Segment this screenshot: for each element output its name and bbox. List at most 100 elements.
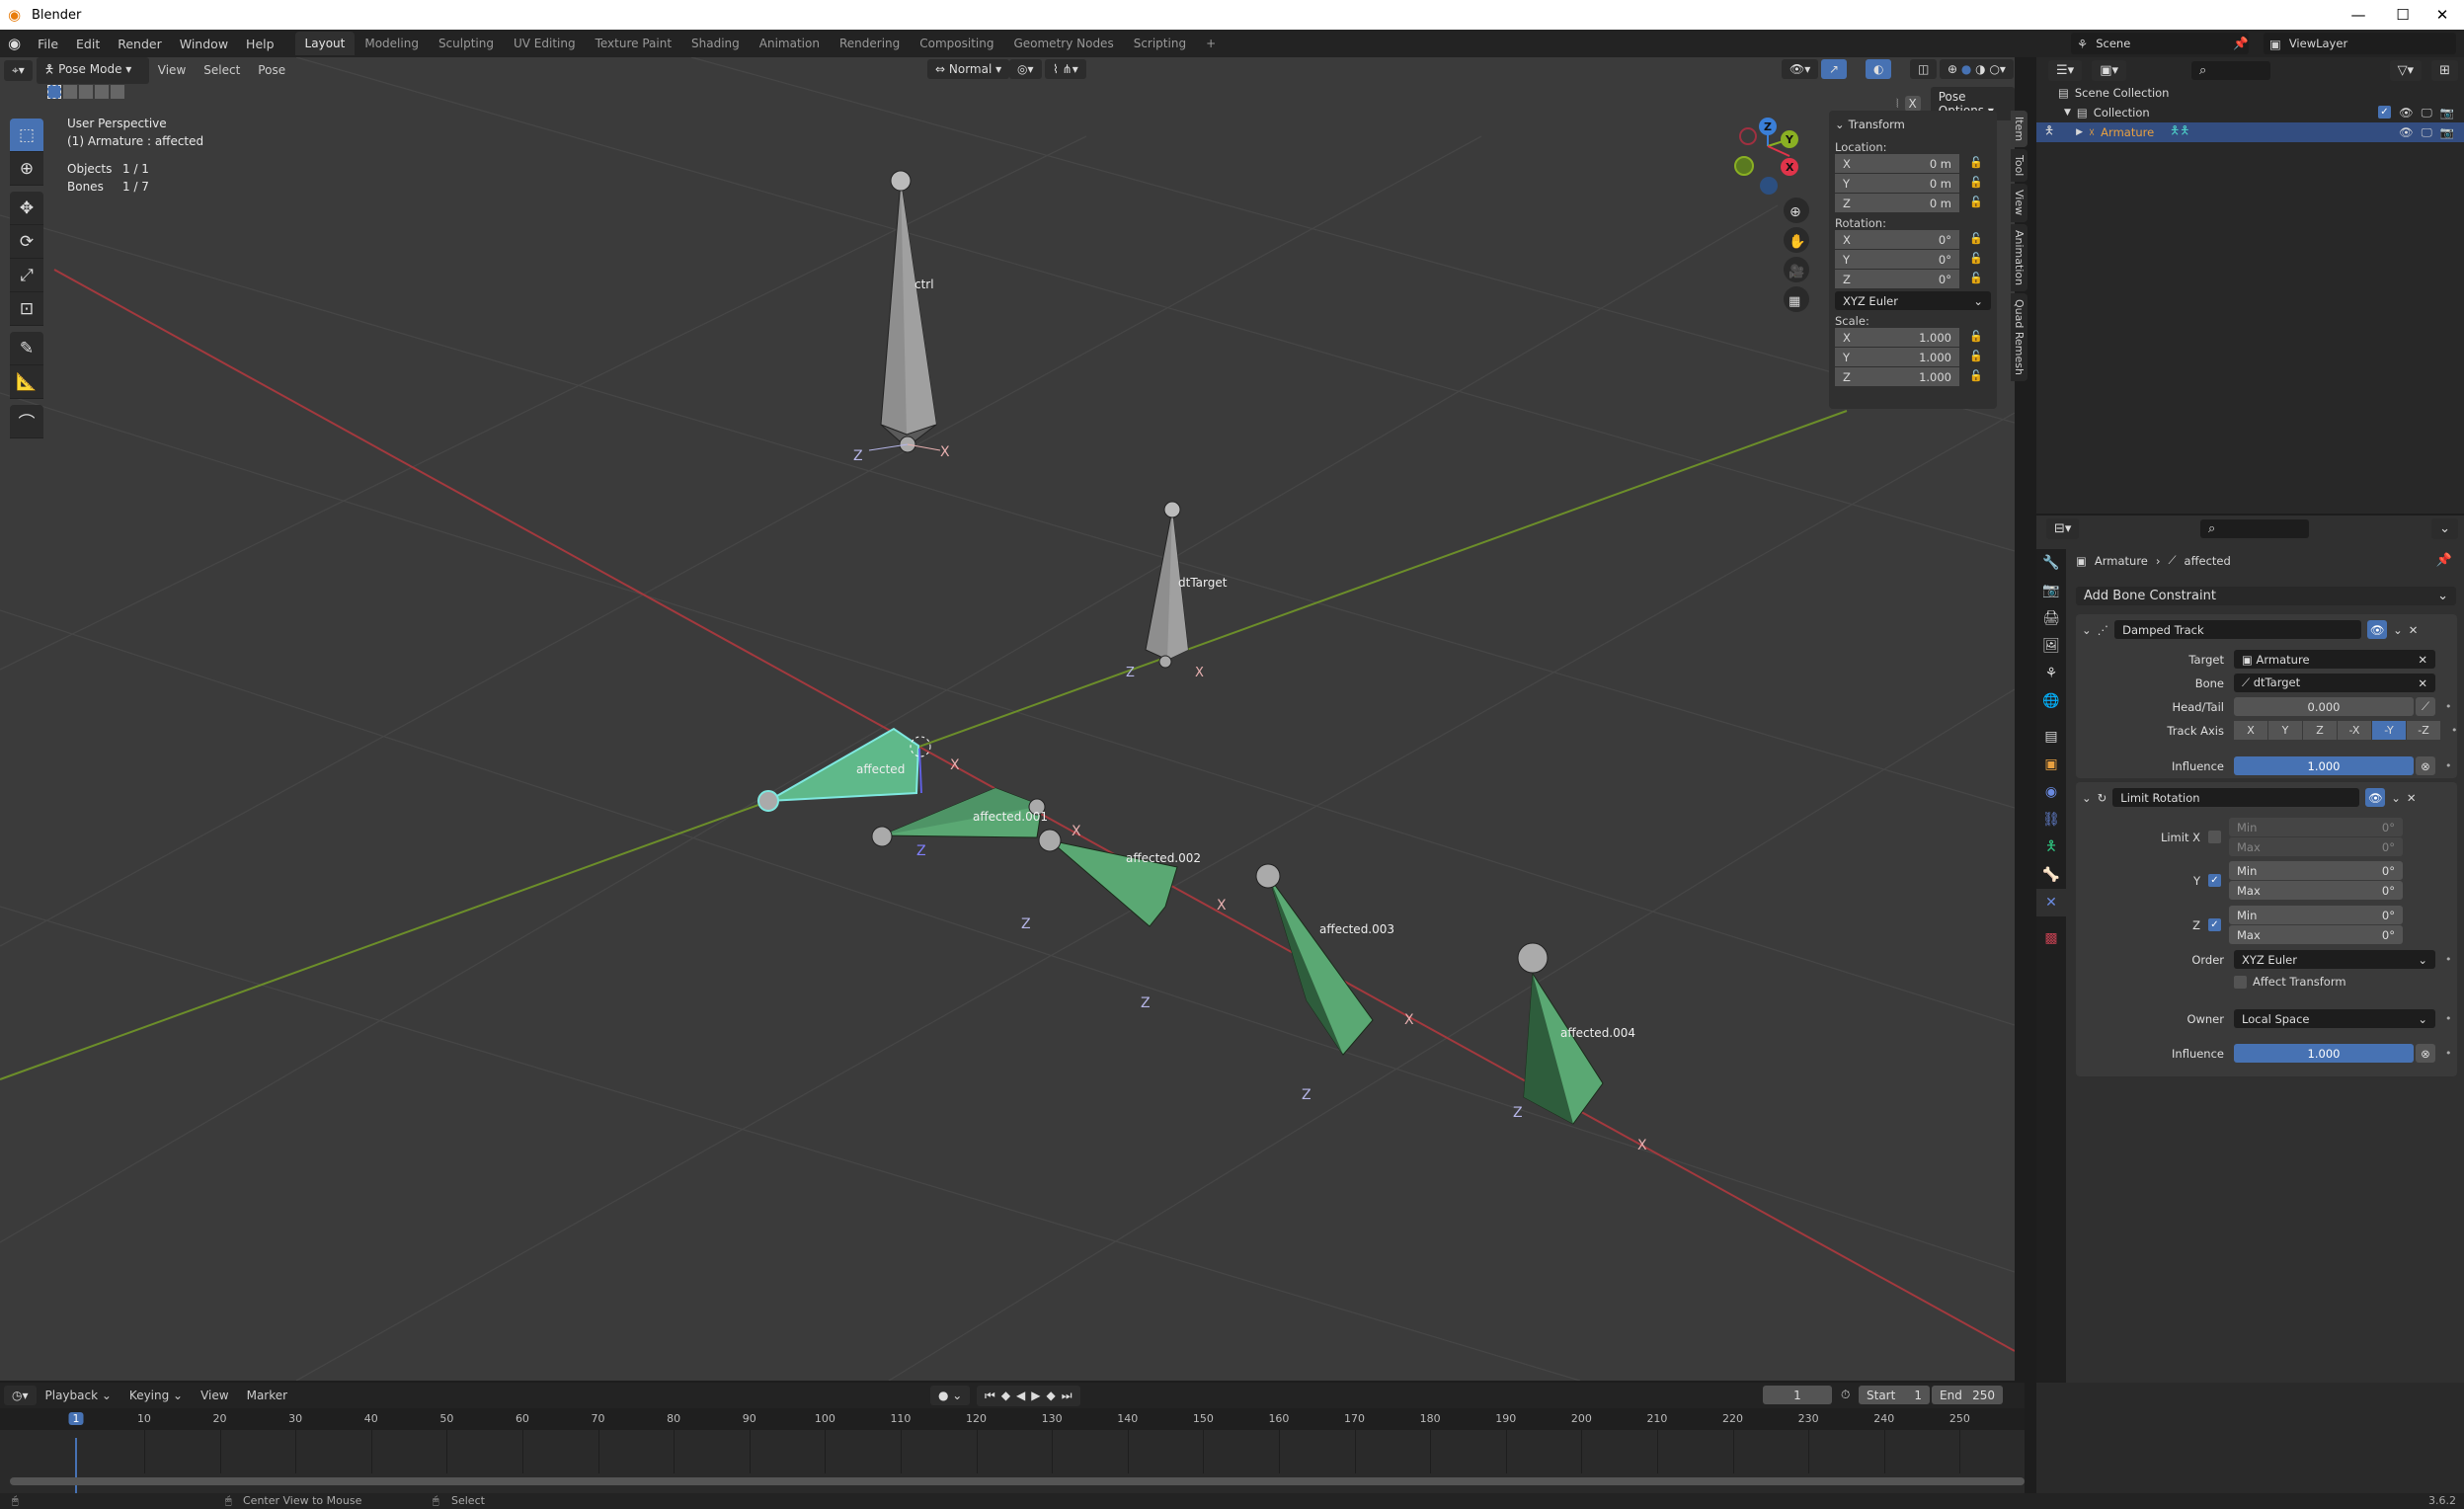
bone-affected-002[interactable]: affected.002 Z X: [1038, 829, 1227, 1011]
tab-texture-paint[interactable]: Texture Paint: [586, 32, 681, 55]
lock-icon[interactable]: 🔓: [1969, 196, 1983, 208]
menu-marker[interactable]: Marker: [238, 1389, 296, 1402]
x-mirror-toggle[interactable]: X: [1904, 96, 1921, 112]
scale-x-field[interactable]: X 1.000: [1835, 328, 1959, 347]
shading-mode-buttons[interactable]: ⊕ ● ◑ ○▾: [1940, 59, 2014, 79]
tab-sculpting[interactable]: Sculpting: [429, 32, 504, 55]
outliner-search-input[interactable]: ⌕: [2191, 60, 2270, 80]
lock-icon[interactable]: 🔓: [1969, 156, 1983, 169]
lock-icon[interactable]: 🔓: [1969, 176, 1983, 189]
subtarget-bone-field[interactable]: ⟋ dtTarget ✕: [2234, 674, 2435, 692]
menu-keying[interactable]: Keying ⌄: [120, 1389, 192, 1402]
bone-affected-004[interactable]: affected.004 Z X: [1513, 942, 1647, 1153]
limit-z-max-field[interactable]: Max 0°: [2229, 925, 2403, 944]
collapse-icon[interactable]: ⌄: [2082, 623, 2092, 637]
menu-pose[interactable]: Pose: [249, 63, 294, 77]
pose-data-icon[interactable]: 🯅🯅: [2170, 123, 2189, 142]
viewport-scene[interactable]: ctrl Z X dtTarget Z X affected Z X affec…: [0, 57, 2015, 1381]
armature-data-tab-icon[interactable]: 🯅: [2036, 834, 2066, 861]
bone-tab-icon[interactable]: 🦴: [2036, 861, 2066, 889]
display-mode-dropdown[interactable]: ▣▾: [2092, 59, 2126, 81]
eye-toggle-icon[interactable]: 👁: [2367, 620, 2388, 639]
play-reverse-icon[interactable]: ◀: [1016, 1389, 1025, 1403]
target-field[interactable]: ▣ Armature ✕: [2234, 650, 2435, 669]
limit-z-min-field[interactable]: Min 0°: [2229, 906, 2403, 924]
keyframe-dot[interactable]: •: [2451, 724, 2458, 737]
location-x-field[interactable]: X0 m: [1835, 154, 1959, 173]
tab-geometry-nodes[interactable]: Geometry Nodes: [1003, 32, 1123, 55]
outliner-editor-type[interactable]: ☰▾: [2048, 59, 2083, 81]
affect-transform-checkbox[interactable]: [2234, 975, 2247, 989]
camera-icon[interactable]: 🎥: [1788, 264, 1804, 279]
eye-icon[interactable]: 👁: [2399, 106, 2414, 120]
menu-render[interactable]: Render: [109, 37, 171, 51]
sidebar-tab-quad-remesh[interactable]: Quad Remesh: [2011, 292, 2027, 381]
bone-ctrl[interactable]: ctrl Z X: [853, 170, 950, 464]
scale-z-field[interactable]: Z 1.000: [1835, 367, 1959, 386]
location-z-field[interactable]: Z0 m: [1835, 194, 1959, 212]
next-keyframe-icon[interactable]: ◆: [1047, 1389, 1056, 1403]
disable-keep-transform-icon[interactable]: ⊗: [2416, 1044, 2435, 1063]
outliner-row-armature[interactable]: 🯅 ▶ ☓ Armature 🯅🯅 👁 🖵 📷: [2036, 122, 2464, 142]
play-icon[interactable]: ▶: [1031, 1389, 1040, 1403]
track-axis-neg-x[interactable]: -X: [2338, 721, 2371, 740]
world-tab-icon[interactable]: 🌐: [2036, 687, 2066, 715]
stopwatch-icon[interactable]: ⏱: [1841, 1388, 1850, 1402]
bone-envelope-tool[interactable]: ⌒: [10, 405, 43, 438]
properties-search-input[interactable]: ⌕: [2200, 518, 2309, 538]
sidebar-tab-view[interactable]: View: [2011, 184, 2027, 222]
object-constraint-tab-icon[interactable]: ⛓: [2036, 806, 2066, 834]
menu-playback[interactable]: Playback ⌄: [37, 1389, 120, 1402]
collection-tab-icon[interactable]: ▤: [2036, 723, 2066, 751]
scale-y-field[interactable]: Y 1.000: [1835, 348, 1959, 366]
influence-slider[interactable]: 1.000: [2234, 1044, 2414, 1063]
keyframe-dot[interactable]: •: [2445, 1012, 2452, 1025]
select-extend-icon[interactable]: [63, 85, 77, 99]
menu-select[interactable]: Select: [195, 63, 249, 77]
limit-x-max-field[interactable]: Max 0°: [2229, 837, 2403, 856]
overlay-toggle[interactable]: ◐: [1866, 59, 1892, 79]
rotation-x-field[interactable]: X 0°: [1835, 230, 1959, 249]
clear-icon[interactable]: ✕: [2418, 653, 2427, 667]
output-tab-icon[interactable]: 🖨: [2036, 604, 2066, 632]
limit-y-min-field[interactable]: Min 0°: [2229, 861, 2403, 880]
zoom-icon[interactable]: ⊕: [1789, 204, 1801, 220]
limit-y-checkbox[interactable]: ✓: [2208, 874, 2221, 887]
tab-scripting[interactable]: Scripting: [1124, 32, 1196, 55]
pin-icon[interactable]: 📌: [2436, 553, 2452, 568]
xray-toggle[interactable]: ◫: [1910, 59, 1938, 79]
lock-icon[interactable]: 🔓: [1969, 369, 1983, 382]
rotation-mode-dropdown[interactable]: XYZ Euler ⌄: [1835, 291, 1991, 310]
navigation-gizmo[interactable]: Z Y X: [1734, 118, 1798, 195]
lock-icon[interactable]: 🔓: [1969, 350, 1983, 362]
menu-help[interactable]: Help: [237, 37, 283, 51]
blender-menu-icon[interactable]: ◉: [0, 35, 29, 52]
location-y-field[interactable]: Y0 m: [1835, 174, 1959, 193]
tab-uv-editing[interactable]: UV Editing: [504, 32, 586, 55]
delete-constraint-icon[interactable]: ✕: [2409, 623, 2419, 637]
camera-render-icon[interactable]: 📷: [2440, 125, 2454, 140]
scene-tab-icon[interactable]: ⚘: [2036, 660, 2066, 687]
limit-x-checkbox[interactable]: [2208, 831, 2221, 843]
tool-tab-icon[interactable]: 🔧: [2036, 549, 2066, 577]
filter-dropdown[interactable]: ▽▾: [2389, 59, 2423, 81]
properties-options-dropdown[interactable]: ⌄: [2431, 517, 2458, 539]
affect-transform-label[interactable]: Affect Transform: [2253, 975, 2346, 989]
visibility-dropdown[interactable]: 👁▾: [1782, 59, 1819, 79]
chevron-down-icon[interactable]: ⌄: [2391, 791, 2401, 805]
exclude-checkbox[interactable]: ✓: [2377, 105, 2391, 119]
bone-affected-001[interactable]: affected.001 Z X: [871, 787, 1081, 932]
tab-layout[interactable]: Layout: [294, 32, 356, 55]
select-intersect-icon[interactable]: [111, 85, 124, 99]
owner-space-dropdown[interactable]: Local Space ⌄: [2234, 1009, 2435, 1028]
current-frame-field[interactable]: 1: [1763, 1386, 1832, 1404]
new-collection-button[interactable]: ⊞: [2431, 59, 2458, 81]
constraint-name-field[interactable]: Limit Rotation: [2112, 788, 2360, 807]
expand-arrow-icon[interactable]: ▶: [2076, 127, 2083, 137]
lock-icon[interactable]: 🔓: [1969, 232, 1983, 245]
timeline-ruler[interactable]: 1 10 20 30 40 50 60 70 80 90 100 110 120 130 140 150 160…: [0, 1408, 2025, 1430]
outliner-row-scene-collection[interactable]: ▤ Scene Collection: [2036, 83, 2464, 103]
tab-animation[interactable]: Animation: [750, 32, 830, 55]
keyframe-dot[interactable]: •: [2445, 759, 2452, 772]
move-tool[interactable]: ✥: [10, 192, 43, 225]
